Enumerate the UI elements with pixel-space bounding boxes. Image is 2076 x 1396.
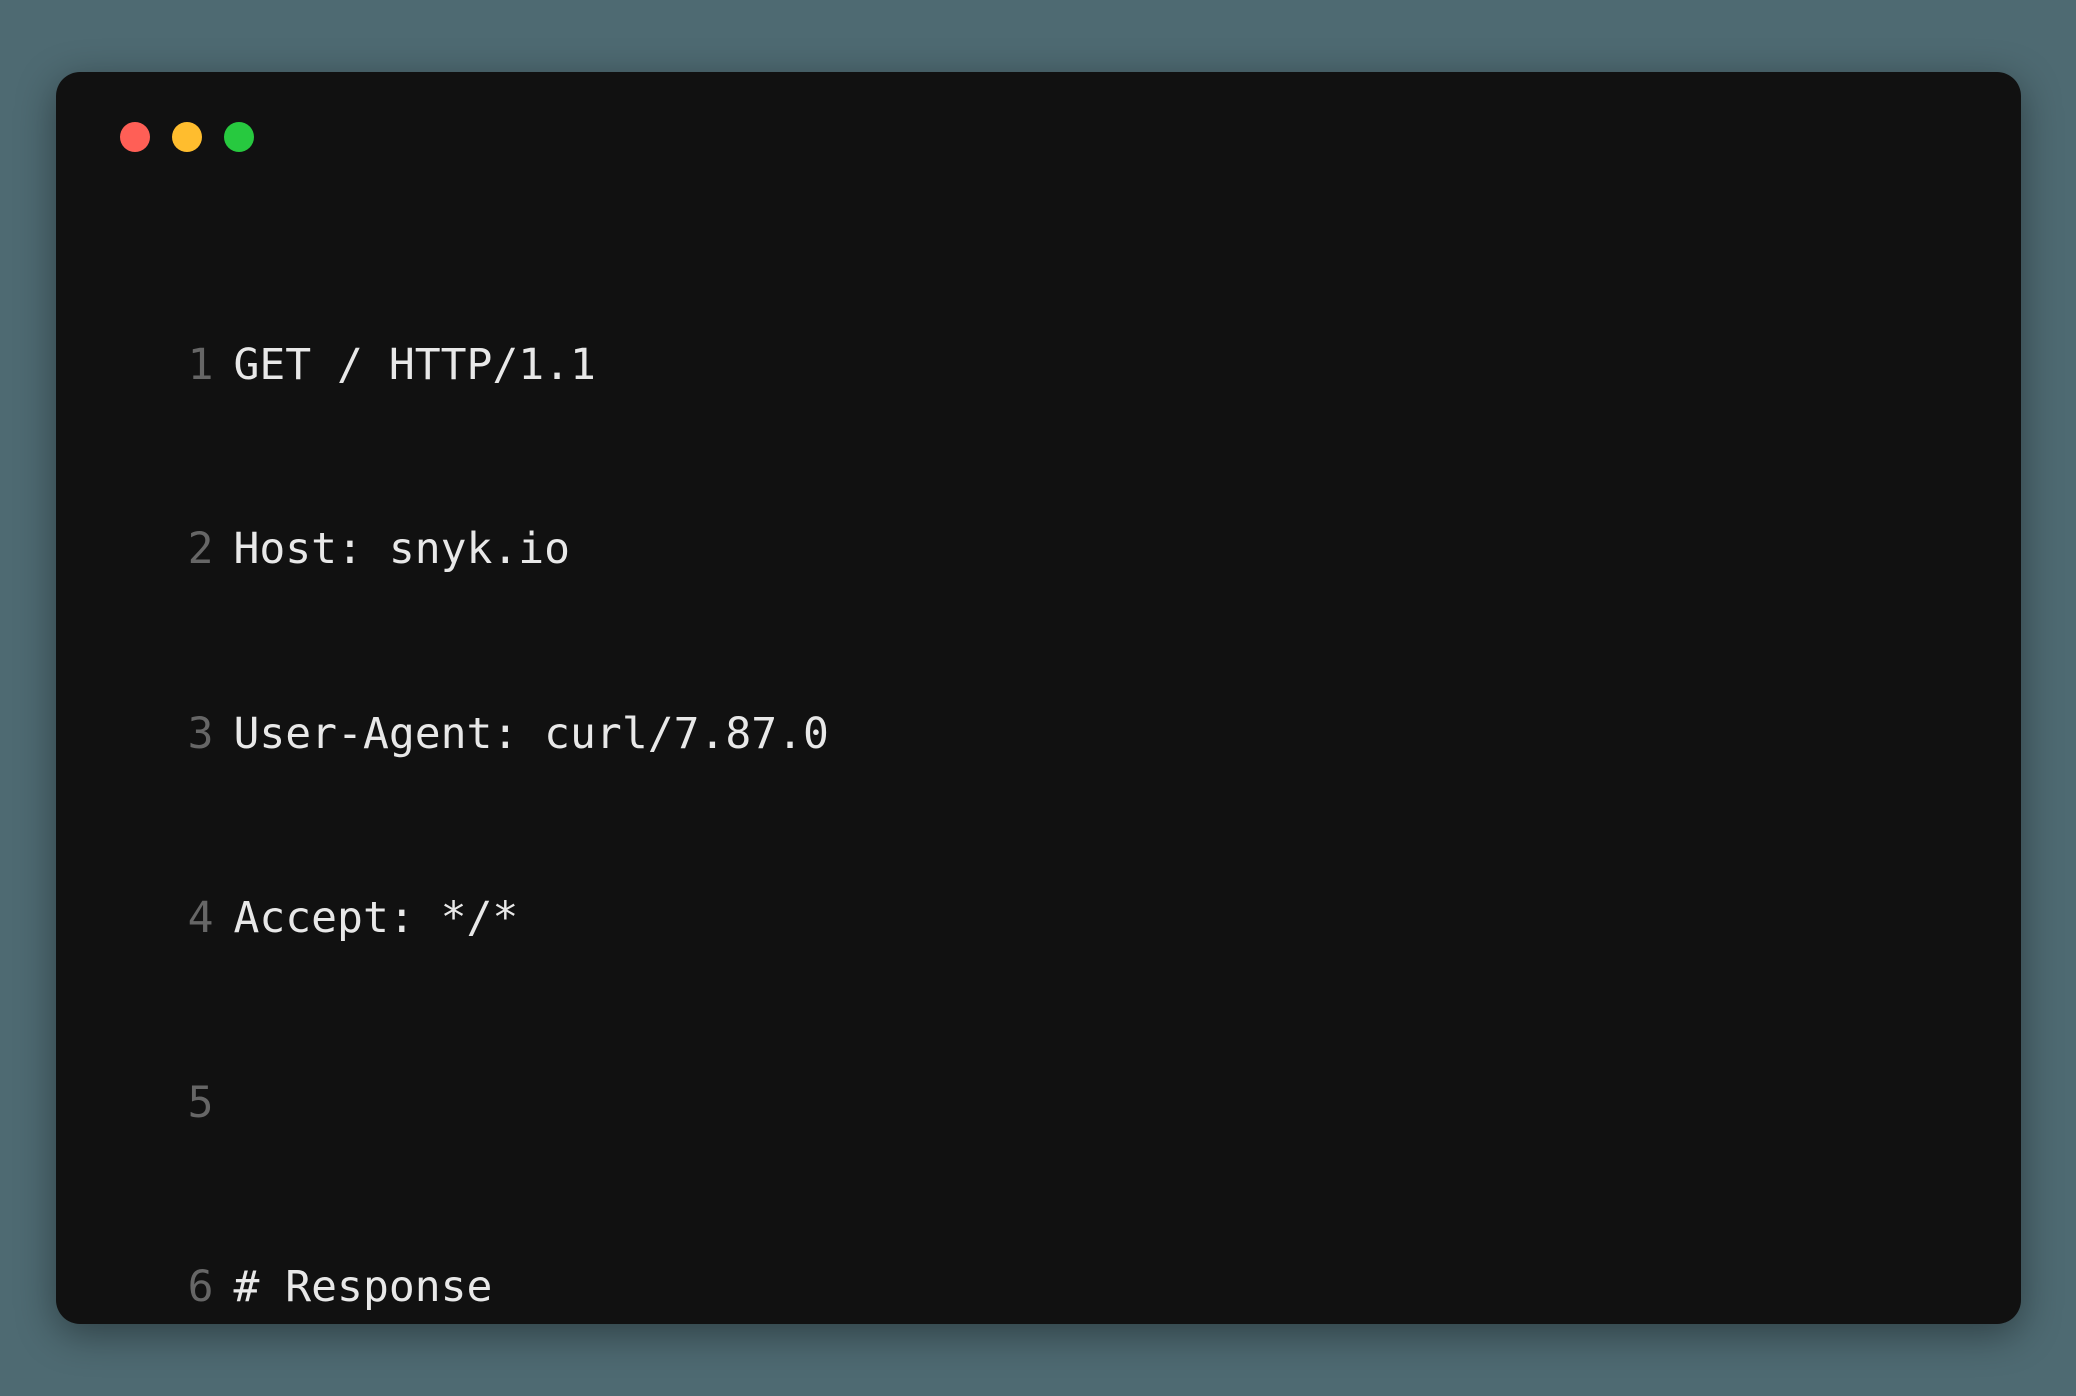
code-line: 2Host: snyk.io — [116, 519, 1961, 580]
window-controls — [120, 122, 1961, 152]
code-line: 6# Response — [116, 1257, 1961, 1318]
line-number: 6 — [116, 1257, 234, 1318]
minimize-icon[interactable] — [172, 122, 202, 152]
line-number: 3 — [116, 704, 234, 765]
line-content: GET / HTTP/1.1 — [234, 335, 596, 396]
code-line: 1GET / HTTP/1.1 — [116, 335, 1961, 396]
terminal-window: 1GET / HTTP/1.1 2Host: snyk.io 3User-Age… — [56, 72, 2021, 1324]
code-line: 5 — [116, 1073, 1961, 1134]
line-number: 4 — [116, 888, 234, 949]
code-line: 4Accept: */* — [116, 888, 1961, 949]
line-content: User-Agent: curl/7.87.0 — [234, 704, 829, 765]
code-block: 1GET / HTTP/1.1 2Host: snyk.io 3User-Age… — [116, 212, 1961, 1324]
line-number: 5 — [116, 1073, 234, 1134]
line-content: # Response — [234, 1257, 493, 1318]
line-number: 2 — [116, 519, 234, 580]
line-number: 1 — [116, 335, 234, 396]
line-content: Accept: */* — [234, 888, 519, 949]
line-content: Host: snyk.io — [234, 519, 571, 580]
code-line: 3User-Agent: curl/7.87.0 — [116, 704, 1961, 765]
close-icon[interactable] — [120, 122, 150, 152]
maximize-icon[interactable] — [224, 122, 254, 152]
